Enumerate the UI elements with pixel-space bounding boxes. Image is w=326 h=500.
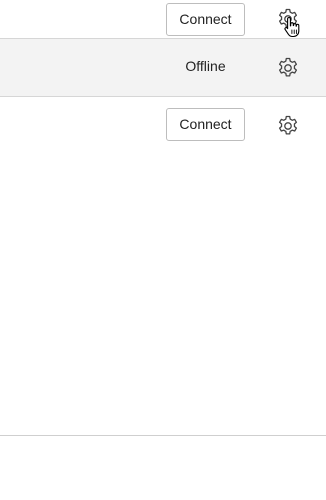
footer-divider <box>0 435 326 436</box>
device-row: Offline <box>0 39 326 97</box>
device-list: Connect Offline Connect <box>0 0 326 155</box>
gear-icon[interactable] <box>276 56 300 80</box>
gear-icon[interactable] <box>276 114 300 138</box>
device-row: Connect <box>0 0 326 39</box>
device-row: Connect <box>0 97 326 155</box>
status-label: Offline <box>185 58 226 74</box>
connect-button[interactable]: Connect <box>166 108 245 141</box>
gear-icon[interactable] <box>276 7 300 31</box>
connect-button[interactable]: Connect <box>166 3 245 36</box>
